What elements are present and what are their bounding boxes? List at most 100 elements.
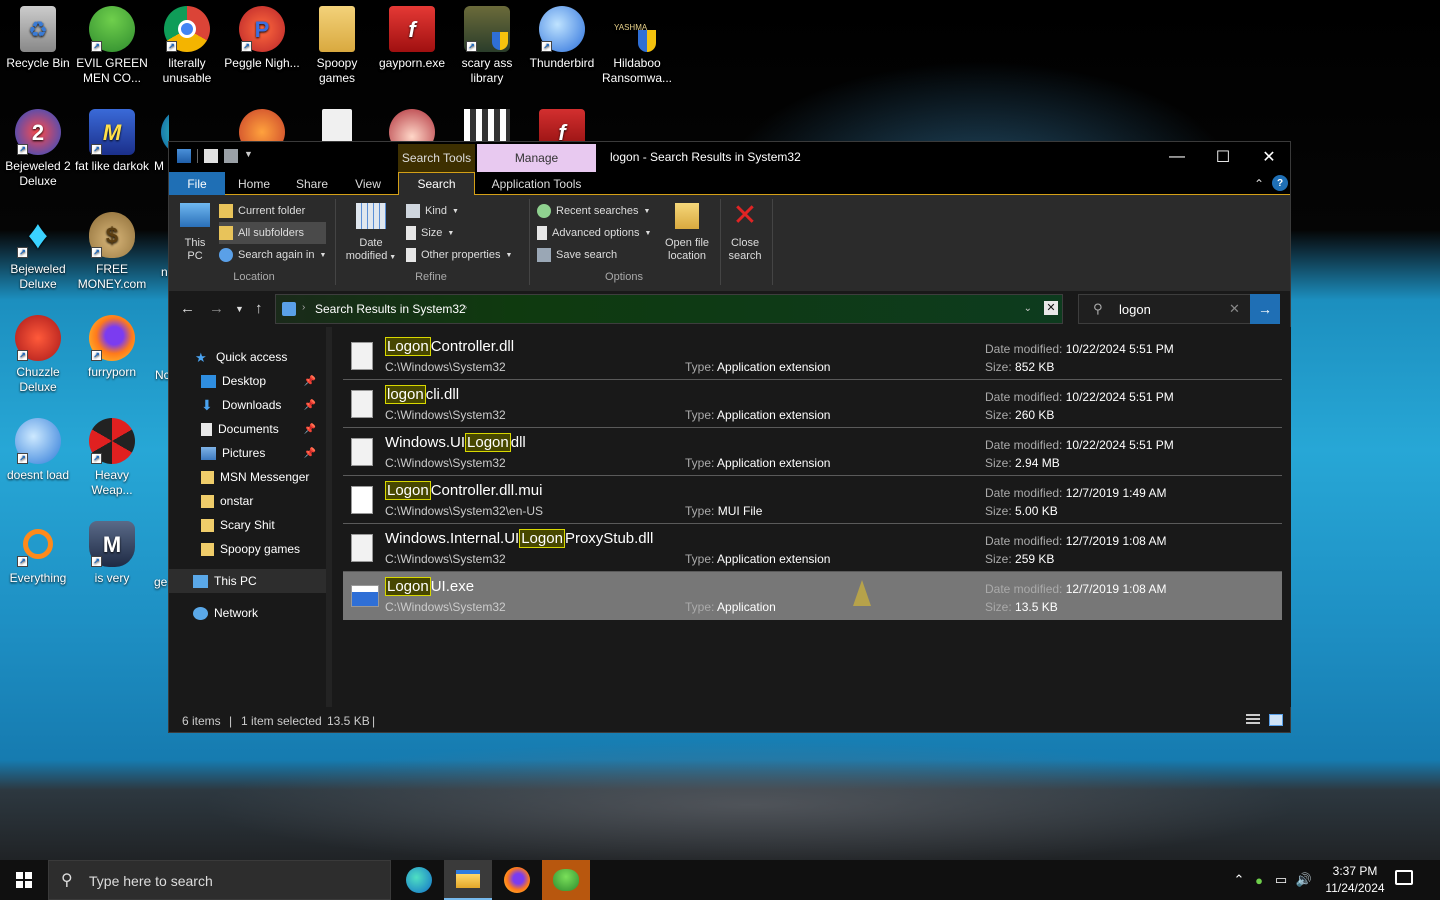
tab-home[interactable]: Home — [229, 172, 279, 195]
desktop-icon-free-money[interactable]: $ ↗ FREE MONEY.com — [74, 212, 150, 292]
nav-this-pc[interactable]: This PC — [169, 569, 326, 593]
nav-item-spoopy-games[interactable]: Spoopy games — [169, 537, 326, 561]
nav-item-desktop[interactable]: Desktop 📌 — [169, 369, 326, 393]
desktop-icon-scary-ass-library[interactable]: ↗ scary ass library — [449, 6, 525, 86]
network-icon[interactable]: ▭ — [1270, 872, 1292, 888]
forward-button[interactable]: → — [209, 300, 224, 317]
list-item[interactable]: Logon Controller.dll C:\Windows\System32 … — [343, 332, 1282, 380]
nav-item-msn-messenger[interactable]: MSN Messenger — [169, 465, 326, 489]
taskbar-firefox[interactable] — [493, 860, 541, 900]
volume-icon[interactable]: 🔊 — [1292, 872, 1316, 888]
show-hidden-icons[interactable]: ⌃ — [1230, 872, 1248, 888]
all-subfolders-button[interactable]: All subfolders — [219, 222, 327, 244]
tiles-view-icon[interactable] — [1269, 714, 1283, 726]
desktop-icon-evil-green-men[interactable]: ↗ EVIL GREEN MEN CO... — [74, 6, 150, 86]
nav-item-onstar[interactable]: onstar — [169, 489, 326, 513]
kind-button[interactable]: Kind ▼ — [406, 200, 512, 222]
this-pc-button[interactable]: This PC — [179, 203, 211, 263]
list-item[interactable]: Windows.UI Logon dll C:\Windows\System32 T… — [343, 428, 1282, 476]
list-item[interactable]: logon cli.dll C:\Windows\System32 Type: A… — [343, 380, 1282, 428]
tab-file[interactable]: File — [169, 172, 225, 195]
desktop-icon-bejeweled-deluxe[interactable]: ♦ ↗ Bejeweled Deluxe — [0, 212, 76, 292]
desktop-icon-partial[interactable]: M — [149, 109, 169, 174]
context-tab-manage[interactable]: Manage — [477, 144, 596, 172]
desktop-icon-heavy-weapon[interactable]: ↗ Heavy Weap... — [74, 418, 150, 498]
desktop-icon-chuzzle[interactable]: ↗ Chuzzle Deluxe — [0, 315, 76, 395]
search-input[interactable]: logon — [1119, 302, 1151, 317]
current-folder-button[interactable]: Current folder — [219, 200, 326, 222]
nav-quick-access[interactable]: ★ Quick access — [195, 345, 325, 369]
nav-scrollbar[interactable] — [326, 327, 332, 707]
people-icon[interactable]: ● — [1248, 873, 1270, 888]
desktop-icon-bejeweled-2[interactable]: 2 ↗ Bejeweled 2 Deluxe — [0, 109, 76, 189]
desktop-icon-doesnt-load[interactable]: ↗ doesnt load — [0, 418, 76, 483]
clear-search-icon[interactable]: ✕ — [1229, 301, 1240, 317]
taskbar-search[interactable]: ⚲ Type here to search — [48, 860, 391, 900]
explorer-window[interactable]: ▼ Search Tools Manage logon - Search Res… — [168, 141, 1291, 733]
minimize-button[interactable]: — — [1154, 142, 1200, 172]
taskbar-file-explorer[interactable] — [444, 860, 492, 900]
tab-application-tools[interactable]: Application Tools — [477, 172, 596, 195]
pin-icon[interactable]: 📌 — [304, 424, 316, 435]
nav-network[interactable]: Network — [169, 601, 326, 625]
close-search-button[interactable]: ✕ Close search — [724, 201, 766, 263]
desktop-icon-peggle[interactable]: P ↗ Peggle Nigh... — [224, 6, 300, 71]
desktop-icon-gayporn-exe[interactable]: f gayporn.exe — [374, 6, 450, 71]
chevron-down-icon[interactable]: ▼ — [244, 149, 258, 163]
taskbar-green-men[interactable] — [542, 860, 590, 900]
desktop-icon-spoopy-games[interactable]: Spoopy games — [299, 6, 375, 86]
desktop-icon-recycle-bin[interactable]: ♻ Recycle Bin — [0, 6, 76, 71]
stop-search-icon[interactable]: ✕ — [1044, 301, 1058, 315]
desktop-icon-hildaboo[interactable]: YASHMA Hildaboo Ransomwa... — [599, 6, 675, 86]
search-again-button[interactable]: Search again in ▼ — [219, 244, 326, 266]
list-item[interactable]: Windows.Internal.UI Logon ProxyStub.dll C:… — [343, 524, 1282, 572]
list-item[interactable]: Logon UI.exe C:\Windows\System32 Type: Ap… — [343, 572, 1282, 620]
nav-item-documents[interactable]: Documents 📌 — [169, 417, 326, 441]
pin-icon[interactable]: 📌 — [304, 376, 316, 387]
clock[interactable]: 3:37 PM 11/24/2024 — [1320, 863, 1390, 897]
nav-item-downloads[interactable]: ⬇ Downloads 📌 — [169, 393, 326, 417]
other-properties-button[interactable]: Other properties ▼ — [406, 244, 512, 266]
breadcrumb[interactable]: Search Results in System32 — [315, 302, 466, 316]
desktop-icon-literally-unusable[interactable]: ↗ literally unusable — [149, 6, 225, 86]
nav-item-pictures[interactable]: Pictures 📌 — [169, 441, 326, 465]
save-search-button[interactable]: Save search — [537, 244, 651, 266]
size-button[interactable]: Size ▼ — [406, 222, 512, 244]
desktop-icon-furryporn[interactable]: ↗ furryporn — [74, 315, 150, 380]
desktop-icon-thunderbird[interactable]: ↗ Thunderbird — [524, 6, 600, 71]
start-button[interactable] — [0, 860, 48, 900]
details-view-icon[interactable] — [1246, 714, 1260, 726]
desktop-icon-is-very[interactable]: M ↗ is very — [74, 521, 150, 586]
help-icon[interactable]: ? — [1272, 175, 1288, 191]
up-button[interactable]: ↑ — [255, 300, 263, 317]
tab-search[interactable]: Search — [398, 172, 475, 195]
properties-icon[interactable] — [204, 149, 218, 163]
recent-searches-button[interactable]: Recent searches ▼ — [537, 200, 651, 222]
pin-icon[interactable]: 📌 — [304, 448, 316, 459]
go-search-button[interactable]: → — [1250, 294, 1280, 324]
close-button[interactable]: ✕ — [1246, 142, 1292, 172]
address-bar[interactable]: › Search Results in System32 › ⌄ ✕ — [275, 294, 1063, 324]
desktop-icon-fat-like-darkok[interactable]: M ↗ fat like darkok — [74, 109, 150, 174]
desktop-icon-everything[interactable]: ↗ Everything — [0, 521, 76, 586]
tab-view[interactable]: View — [345, 172, 391, 195]
notifications-button[interactable] — [1395, 870, 1421, 890]
search-box[interactable]: ⚲ logon ✕ → — [1078, 294, 1280, 324]
list-item[interactable]: Logon Controller.dll.mui C:\Windows\Syste… — [343, 476, 1282, 524]
context-tab-search-tools[interactable]: Search Tools — [398, 144, 475, 172]
explorer-icon[interactable] — [177, 149, 191, 163]
advanced-options-button[interactable]: Advanced options ▼ — [537, 222, 651, 244]
pin-icon[interactable]: 📌 — [304, 400, 316, 411]
title-bar[interactable]: ▼ Search Tools Manage logon - Search Res… — [169, 142, 1290, 172]
new-folder-icon[interactable] — [224, 149, 238, 163]
back-button[interactable]: ← — [180, 300, 195, 317]
address-dropdown-icon[interactable]: ⌄ — [1024, 303, 1032, 314]
taskbar-edge[interactable] — [395, 860, 443, 900]
collapse-ribbon-icon[interactable]: ⌃ — [1249, 172, 1269, 195]
open-file-location-button[interactable]: Open file location — [659, 203, 715, 263]
recent-locations-button[interactable]: ▼ — [235, 304, 244, 314]
tab-share[interactable]: Share — [287, 172, 337, 195]
maximize-button[interactable]: ☐ — [1200, 142, 1246, 172]
results-list[interactable]: Logon Controller.dll C:\Windows\System32 … — [333, 327, 1291, 707]
nav-item-scary-shit[interactable]: Scary Shit — [169, 513, 326, 537]
